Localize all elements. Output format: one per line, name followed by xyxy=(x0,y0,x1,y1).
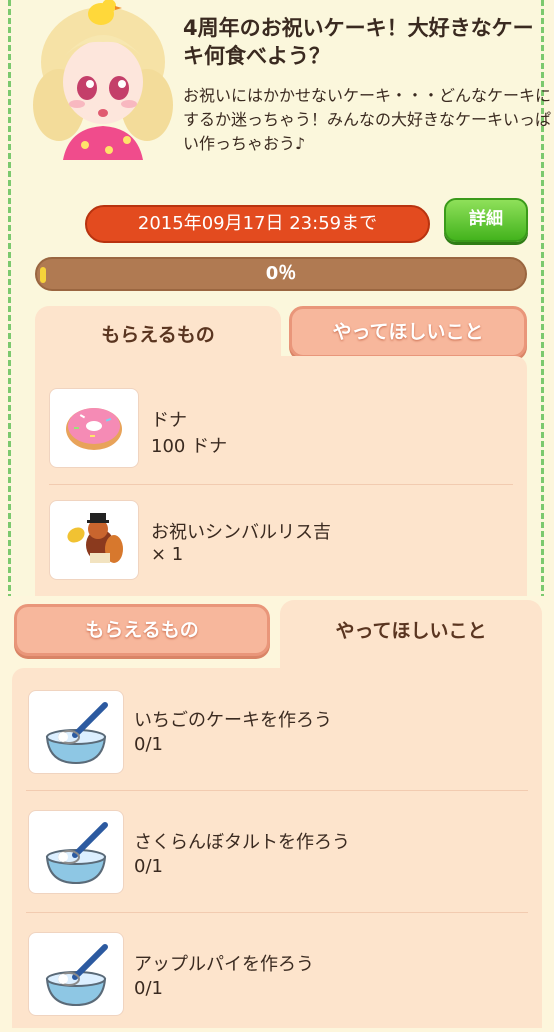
task-name: アップルパイを作ろう xyxy=(134,954,314,975)
divider xyxy=(49,484,513,485)
character-avatar xyxy=(33,0,173,160)
tab-rewards-label: もらえるもの xyxy=(101,324,215,346)
event-description: お祝いにはかかせないケーキ・・・どんなケーキにするか迷っちゃう！みんなの大好きな… xyxy=(183,86,552,153)
reward-name: お祝いシンバルリス吉 xyxy=(151,522,331,543)
reward-amount: × 1 xyxy=(151,544,184,565)
tasks-panel: いちごのケーキを作ろう 0/1 さくらんぼタルトを作ろう 0/1 アップルパイを… xyxy=(12,668,542,1028)
task-thumbnail xyxy=(28,932,124,1016)
reward-thumbnail xyxy=(49,500,139,580)
list-item: さくらんぼタルトを作ろう 0/1 xyxy=(12,798,542,910)
task-progress: 0/1 xyxy=(134,978,163,999)
list-item: ドナ 100 ドナ xyxy=(35,374,527,484)
divider xyxy=(26,912,528,913)
task-thumbnail xyxy=(28,810,124,894)
tab-tasks-label: やってほしいこと xyxy=(332,321,484,343)
whisk-bowl-icon xyxy=(45,944,108,1007)
tab-rewards[interactable]: もらえるもの xyxy=(35,306,281,358)
progress-label: 0％ xyxy=(265,263,297,284)
reward-thumbnail xyxy=(49,388,139,468)
task-name: いちごのケーキを作ろう xyxy=(134,710,332,731)
tasks-card: もらえるもの やってほしいこと いちごのケーキを作ろう 0/1 さくらんぼタルト… xyxy=(0,596,554,1028)
divider xyxy=(26,790,528,791)
task-progress: 0/1 xyxy=(134,734,163,755)
progress-bar: 0％ xyxy=(35,257,527,291)
task-progress: 0/1 xyxy=(134,856,163,877)
tab-tasks[interactable]: やってほしいこと xyxy=(280,600,542,672)
tab-tasks-label: やってほしいこと xyxy=(335,620,487,642)
list-item: アップルパイを作ろう 0/1 xyxy=(12,920,542,1032)
list-item: お祝いシンバルリス吉 × 1 xyxy=(35,488,527,598)
reward-amount: 100 ドナ xyxy=(151,436,228,457)
deadline-badge: 2015年09月17日 23:59まで xyxy=(85,205,430,243)
rewards-panel: ドナ 100 ドナ お祝いシンバルリス吉 × 1 xyxy=(35,356,527,616)
event-card: 4周年のお祝いケーキ！大好きなケーキ何食べよう？ お祝いにはかかせないケーキ・・… xyxy=(8,0,551,616)
reward-name: ドナ xyxy=(151,410,187,431)
task-thumbnail xyxy=(28,690,124,774)
task-name: さくらんぼタルトを作ろう xyxy=(134,832,350,853)
tab-rewards-label: もらえるもの xyxy=(85,619,199,641)
tab-rewards[interactable]: もらえるもの xyxy=(14,604,270,656)
whisk-bowl-icon xyxy=(45,822,108,885)
event-title: 4周年のお祝いケーキ！大好きなケーキ何食べよう？ xyxy=(183,16,534,68)
cymbal-squirrel-icon xyxy=(67,513,123,563)
detail-button[interactable]: 詳細 xyxy=(444,198,528,242)
list-item: いちごのケーキを作ろう 0/1 xyxy=(12,678,542,790)
tab-tasks[interactable]: やってほしいこと xyxy=(289,306,527,358)
whisk-bowl-icon xyxy=(45,702,108,765)
donut-icon xyxy=(66,408,122,450)
